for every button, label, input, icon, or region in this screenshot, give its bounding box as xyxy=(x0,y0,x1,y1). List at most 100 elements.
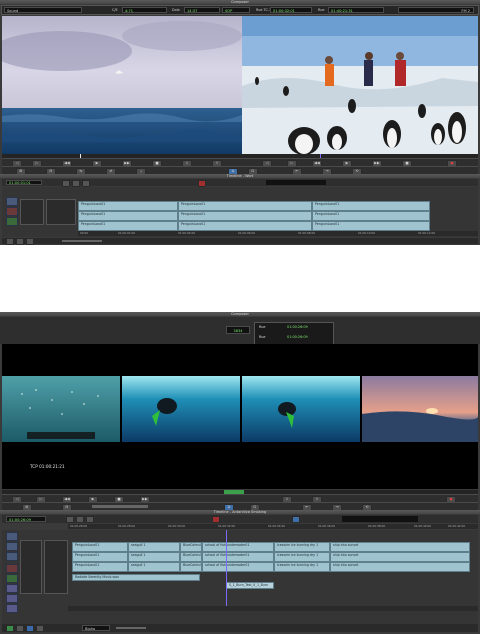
timeline-clip[interactable]: BlueCalmsi xyxy=(180,552,202,562)
timeline-clip[interactable]: PenguinLoco01 xyxy=(312,211,430,221)
counter-field[interactable]: 3834 xyxy=(226,326,250,334)
filmstrip-monitor[interactable]: TCP 01:00:21:21 xyxy=(2,344,478,489)
track-selector[interactable] xyxy=(46,199,76,225)
timeline-clip[interactable]: PenguinLoco01 xyxy=(312,221,430,231)
timeline-clip[interactable]: PenguinLoco01 xyxy=(78,201,178,211)
bottom-timeline-ruler[interactable]: 01:00:26:00 01:00:28:00 01:00:30:00 01:0… xyxy=(68,524,478,529)
field-label: Rue xyxy=(318,8,325,12)
field-value[interactable]: 14:37 xyxy=(184,7,220,13)
timeline-clip[interactable]: PenguinLoco01 xyxy=(78,211,178,221)
track-head-a2[interactable] xyxy=(6,217,18,226)
field-value[interactable]: 01:00:32:01 xyxy=(270,7,312,13)
bottom-composer-window: Composer 3834 Rue 01:00:26:09 Rue 01:00:… xyxy=(0,312,480,634)
timeline-clip[interactable]: ship into sunset xyxy=(330,542,470,552)
timeline-clip[interactable]: PenguinLoco01 xyxy=(178,221,312,231)
timeline-scrub-field[interactable] xyxy=(342,516,418,522)
footer-button[interactable] xyxy=(26,625,34,632)
timeline-clip[interactable]: Iceswim Ice burning dry 1 xyxy=(274,542,330,552)
timeline-clip[interactable]: Iceswim Ice burning dry 1 xyxy=(274,562,330,572)
track-head-a3[interactable] xyxy=(6,584,18,593)
splice-icon[interactable] xyxy=(72,180,80,187)
timeline-clip[interactable]: school of fish underwater01 xyxy=(202,562,274,572)
zoom-slider[interactable] xyxy=(116,627,146,629)
timeline-clip[interactable]: Iceswim Ice burning dry 1 xyxy=(274,552,330,562)
timeline-clip[interactable]: PenguinLoco01 xyxy=(178,201,312,211)
timeline-clip[interactable]: seagull 1 xyxy=(128,542,180,552)
timeline-scrub-field[interactable] xyxy=(266,180,326,185)
track-head-a2[interactable] xyxy=(6,574,18,583)
track-head-a5[interactable] xyxy=(6,604,18,613)
track-head-v3[interactable] xyxy=(6,552,18,561)
footer-button[interactable] xyxy=(6,625,14,632)
bottom-transport-2: ⊞ ⊟ ⧉ ⊡ ⇤ ⇥ ⟲ xyxy=(2,502,478,511)
record-monitor[interactable] xyxy=(242,16,478,154)
footer-button[interactable] xyxy=(6,238,14,245)
timeline-clip[interactable]: ship into sunset xyxy=(330,562,470,572)
track-head-a4[interactable] xyxy=(6,594,18,603)
track-head-a1[interactable] xyxy=(6,564,18,573)
zoom-slider[interactable] xyxy=(62,240,102,242)
record-icon[interactable] xyxy=(212,516,220,523)
timeline-clip[interactable]: PenguinLoco01 xyxy=(312,201,430,211)
footer-button[interactable] xyxy=(26,238,34,245)
tc-value[interactable]: 01:00:26:09 xyxy=(287,335,308,339)
top-info-bar: Sound C/E 4:71 Dole 14:37 SOP Rue TC-1 0… xyxy=(1,5,479,15)
timeline-clip[interactable]: PenguinLoco01 xyxy=(78,221,178,231)
format-field[interactable]: FM 2 xyxy=(398,7,474,13)
timeline-clip[interactable]: PenguinLoco01 xyxy=(178,211,312,221)
field-value[interactable]: 01:40:21:31 xyxy=(328,7,384,13)
timeline-clip[interactable]: school of fish underwater01 xyxy=(202,552,274,562)
zoom-dropdown[interactable]: Bipho xyxy=(82,625,110,631)
timeline-clip[interactable]: PenguinLoco01 xyxy=(72,552,128,562)
filmstrip-frames xyxy=(2,376,478,442)
source-monitor[interactable] xyxy=(2,16,242,154)
top-composer-window: Composer Sound C/E 4:71 Dole 14:37 SOP R… xyxy=(0,0,480,245)
bottom-window-title: Composer xyxy=(0,312,480,316)
bottom-transport: ◁ ▷ ◀◀ ▶ ■ ▶▶ ⇩ ⇧ ● xyxy=(2,494,478,503)
bottom-ruler-2[interactable] xyxy=(68,606,478,611)
timeline-clip[interactable]: BlueCalmsi xyxy=(180,542,202,552)
ruler-tick: 01:00:06:00 xyxy=(238,231,256,235)
zoom-icon[interactable] xyxy=(62,180,70,187)
timeline-ruler[interactable]: 00:00 01:00:01:00 01:00:04:00 01:00:06:0… xyxy=(78,231,478,236)
music-clip[interactable]: Radiate Serenity Music.wav xyxy=(72,574,200,581)
timeline-timecode[interactable]: 01:00:01:01 xyxy=(6,180,42,185)
field-value[interactable]: 4:71 xyxy=(122,7,167,13)
source-name-field[interactable]: Sound xyxy=(4,7,82,13)
timeline-clip[interactable]: BlueCalmsi xyxy=(180,562,202,572)
ruler-tick: 01:00:36:00 xyxy=(318,524,336,528)
timeline-clip[interactable]: PenguinLoco01 xyxy=(72,562,128,572)
lift-icon[interactable] xyxy=(86,516,94,523)
footer-button[interactable] xyxy=(36,625,44,632)
footer-button[interactable] xyxy=(16,238,24,245)
jog-slider[interactable] xyxy=(92,505,148,508)
timeline-clip[interactable]: PenguinLoco01 xyxy=(72,542,128,552)
lift-icon[interactable] xyxy=(82,180,90,187)
timeline-clip[interactable]: school of fish underwater01 xyxy=(202,542,274,552)
track-head-v1[interactable] xyxy=(6,197,18,206)
track-selector[interactable] xyxy=(44,540,68,594)
record-icon[interactable] xyxy=(198,180,206,187)
field-value[interactable]: SOP xyxy=(222,7,250,13)
burn-clip[interactable]: S_1_Burn_Test_V_1_Burn xyxy=(226,582,274,589)
ruler-tick: 01:00:34:00 xyxy=(268,524,286,528)
tc-value[interactable]: 01:00:26:09 xyxy=(287,325,308,329)
timeline-clip[interactable]: ship into sunset xyxy=(330,552,470,562)
field-label: Rue TC-1 xyxy=(256,8,272,12)
timeline-clip[interactable]: seagull 1 xyxy=(128,562,180,572)
timeline-timecode[interactable]: 01:00:26:09 xyxy=(6,516,46,522)
ruler-tick: 01:00:04:00 xyxy=(178,231,196,235)
bottom-timeline-title: Timeline - Antarctica Smoking xyxy=(0,510,480,514)
zoom-icon[interactable] xyxy=(66,516,74,523)
footer-button[interactable] xyxy=(16,625,24,632)
track-head-v1[interactable] xyxy=(6,532,18,541)
track-selector[interactable] xyxy=(20,540,42,594)
tool-icon[interactable] xyxy=(292,516,300,523)
track-selector[interactable] xyxy=(20,199,44,225)
splice-icon[interactable] xyxy=(76,516,84,523)
track-head-a1[interactable] xyxy=(6,207,18,216)
timeline-playhead[interactable] xyxy=(226,530,227,606)
ruler-tick: 01:00:28:00 xyxy=(118,524,136,528)
track-head-v2[interactable] xyxy=(6,542,18,551)
timeline-clip[interactable]: seagull 1 xyxy=(128,552,180,562)
